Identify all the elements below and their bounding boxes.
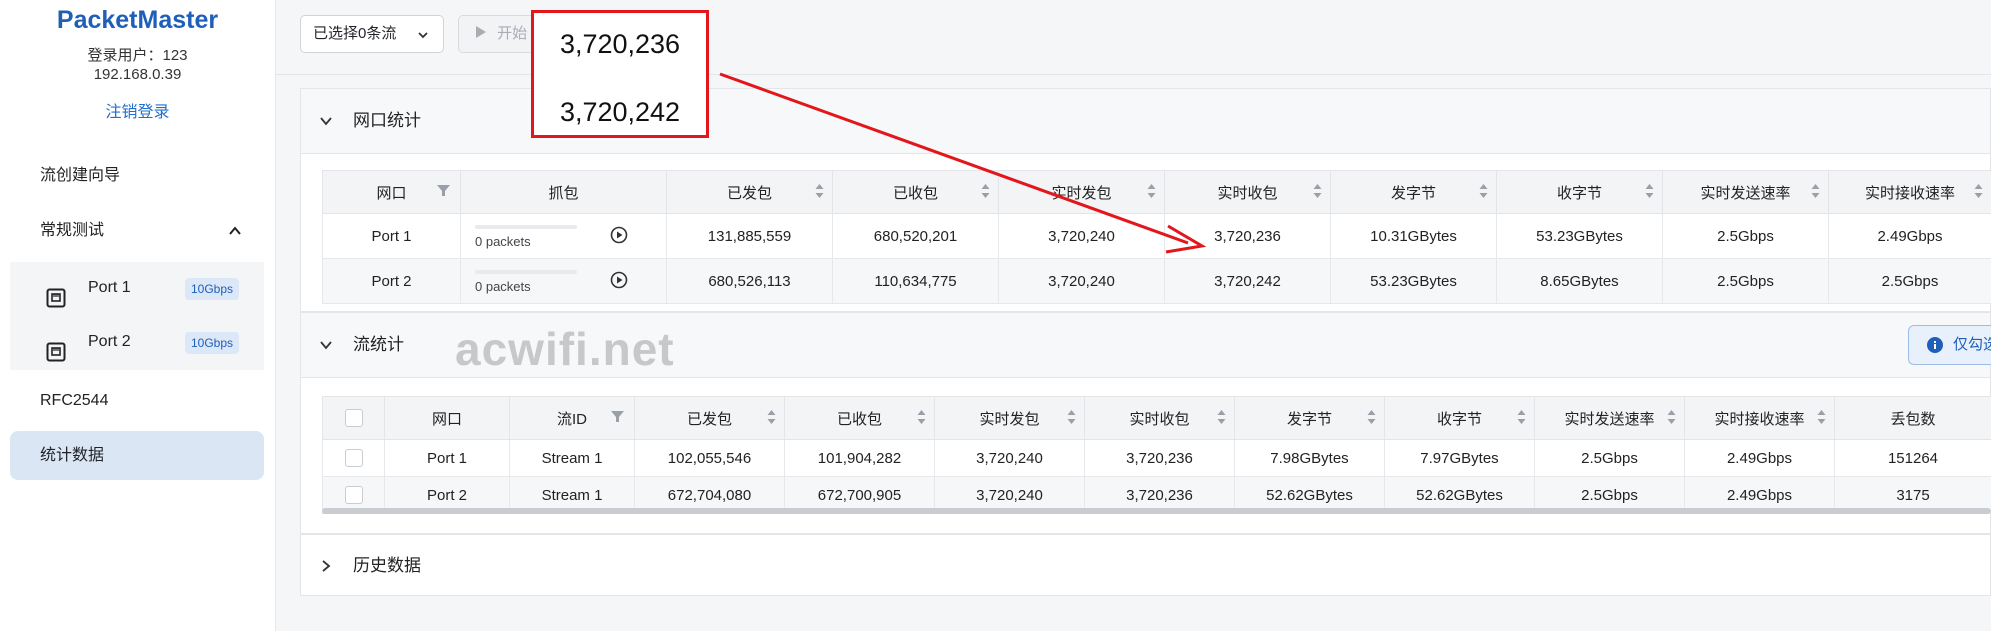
annotation-arrow: [719, 72, 1207, 254]
